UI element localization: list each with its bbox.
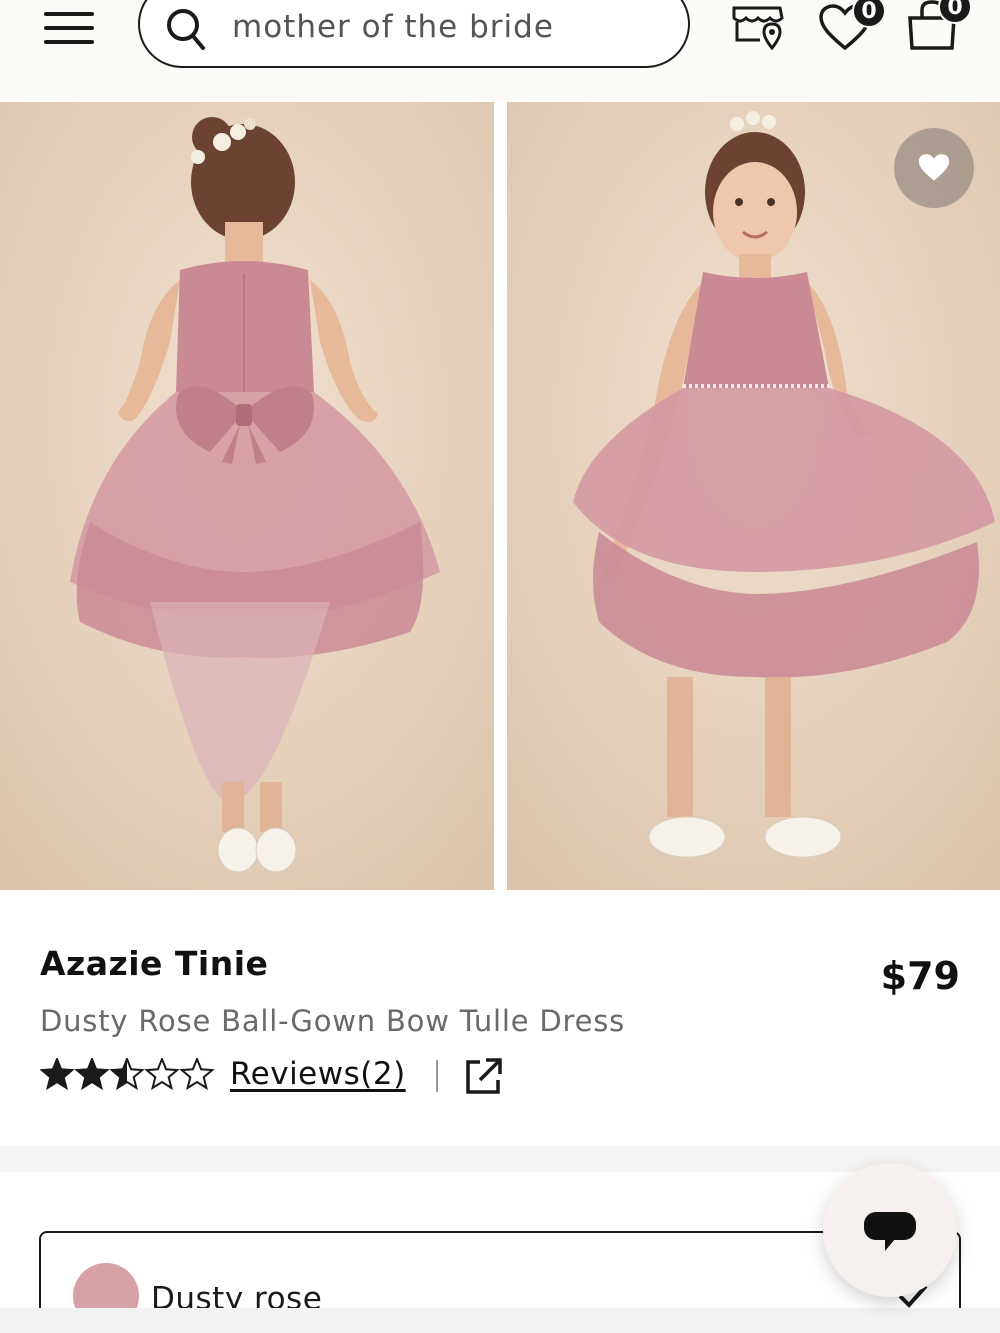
product-image-back[interactable]: [0, 102, 494, 890]
product-price: $79: [880, 954, 960, 998]
dress-back-illustration: [0, 102, 494, 890]
dress-front-illustration: [507, 102, 1000, 890]
store-location-icon[interactable]: [730, 0, 788, 50]
star-rating: [40, 1058, 215, 1091]
star-icon: [144, 1058, 180, 1091]
reviews-link[interactable]: Reviews(2): [230, 1056, 406, 1092]
external-link-icon[interactable]: [464, 1056, 504, 1096]
chat-bubble-icon: [864, 1212, 916, 1251]
star-fill: [41, 1059, 73, 1088]
wishlist-count-badge: 0: [852, 0, 886, 28]
rating-row: Reviews(2): [40, 1056, 520, 1096]
bottom-edge: [0, 1308, 1000, 1333]
product-image-front[interactable]: [507, 102, 1000, 890]
section-separator: [0, 1146, 1000, 1172]
product-name: Dusty Rose Ball-Gown Bow Tulle Dress: [40, 1004, 626, 1038]
search-input[interactable]: [232, 6, 662, 48]
search-bar[interactable]: [138, 0, 690, 68]
divider: [436, 1060, 438, 1092]
cart-button[interactable]: 0: [904, 0, 974, 52]
star-icon: [179, 1058, 215, 1091]
hamburger-menu-icon[interactable]: [44, 6, 96, 46]
wishlist-button[interactable]: 0: [818, 0, 888, 52]
chat-button[interactable]: [823, 1163, 957, 1297]
star-fill: [76, 1059, 108, 1088]
heart-icon: [918, 154, 950, 181]
product-brand: Azazie Tinie: [40, 944, 269, 983]
favorite-button[interactable]: [894, 128, 974, 208]
search-icon: [167, 9, 205, 50]
top-header: 0 0: [0, 0, 1000, 100]
